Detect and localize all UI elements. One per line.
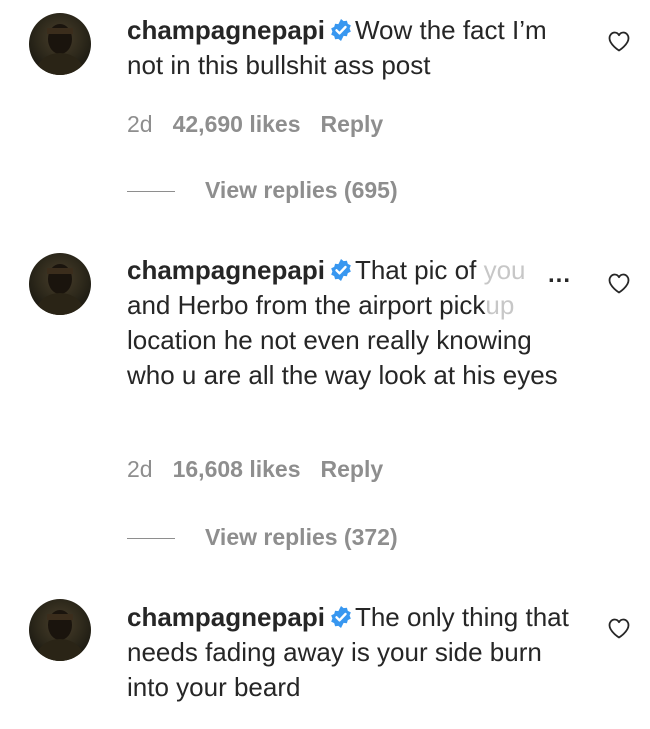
view-replies-label: View replies (372): [205, 524, 398, 550]
avatar[interactable]: [29, 599, 91, 661]
reply-button[interactable]: Reply: [321, 111, 384, 137]
comment-time: 2d: [127, 111, 153, 137]
likes-count[interactable]: 16,608 likes: [173, 456, 301, 482]
view-replies-button[interactable]: View replies (695): [127, 177, 398, 204]
likes-count[interactable]: 42,690 likes: [173, 111, 301, 137]
avatar[interactable]: [29, 253, 91, 315]
reply-button[interactable]: Reply: [321, 456, 384, 482]
comment-username[interactable]: champagnepapi: [127, 15, 325, 45]
replies-divider: [127, 538, 175, 540]
comment-body: champagnepapi Wow the fact I’m not in thi…: [127, 13, 575, 83]
comment-time: 2d: [127, 456, 153, 482]
comment-text-faded: up: [485, 290, 515, 320]
comment-username[interactable]: champagnepapi: [127, 255, 325, 285]
comment-text-faded: you: [483, 255, 526, 285]
comment-text: and Herbo from the airport pick: [127, 290, 486, 320]
view-replies-button[interactable]: View replies (372): [127, 524, 398, 551]
more-button[interactable]: ...: [548, 261, 571, 289]
avatar[interactable]: [29, 13, 91, 75]
comment-text: location he not even really knowing who …: [127, 325, 558, 390]
comment-meta: 2d 16,608 likes Reply: [127, 456, 403, 483]
comment-username[interactable]: champagnepapi: [127, 602, 325, 632]
heart-icon[interactable]: [607, 272, 631, 294]
verified-badge-icon: [331, 259, 351, 281]
replies-divider: [127, 191, 175, 193]
verified-badge-icon: [331, 606, 351, 628]
verified-badge-icon: [331, 19, 351, 41]
heart-icon[interactable]: [607, 617, 631, 639]
comment-meta: 2d 42,690 likes Reply: [127, 111, 403, 138]
view-replies-label: View replies (695): [205, 177, 398, 203]
comment-text: That pic of: [354, 255, 484, 285]
comment-body: champagnepapi That pic of you and Herbo fr…: [127, 253, 575, 393]
comment-body: champagnepapi The only thing that needs f…: [127, 600, 575, 705]
heart-icon[interactable]: [607, 30, 631, 52]
